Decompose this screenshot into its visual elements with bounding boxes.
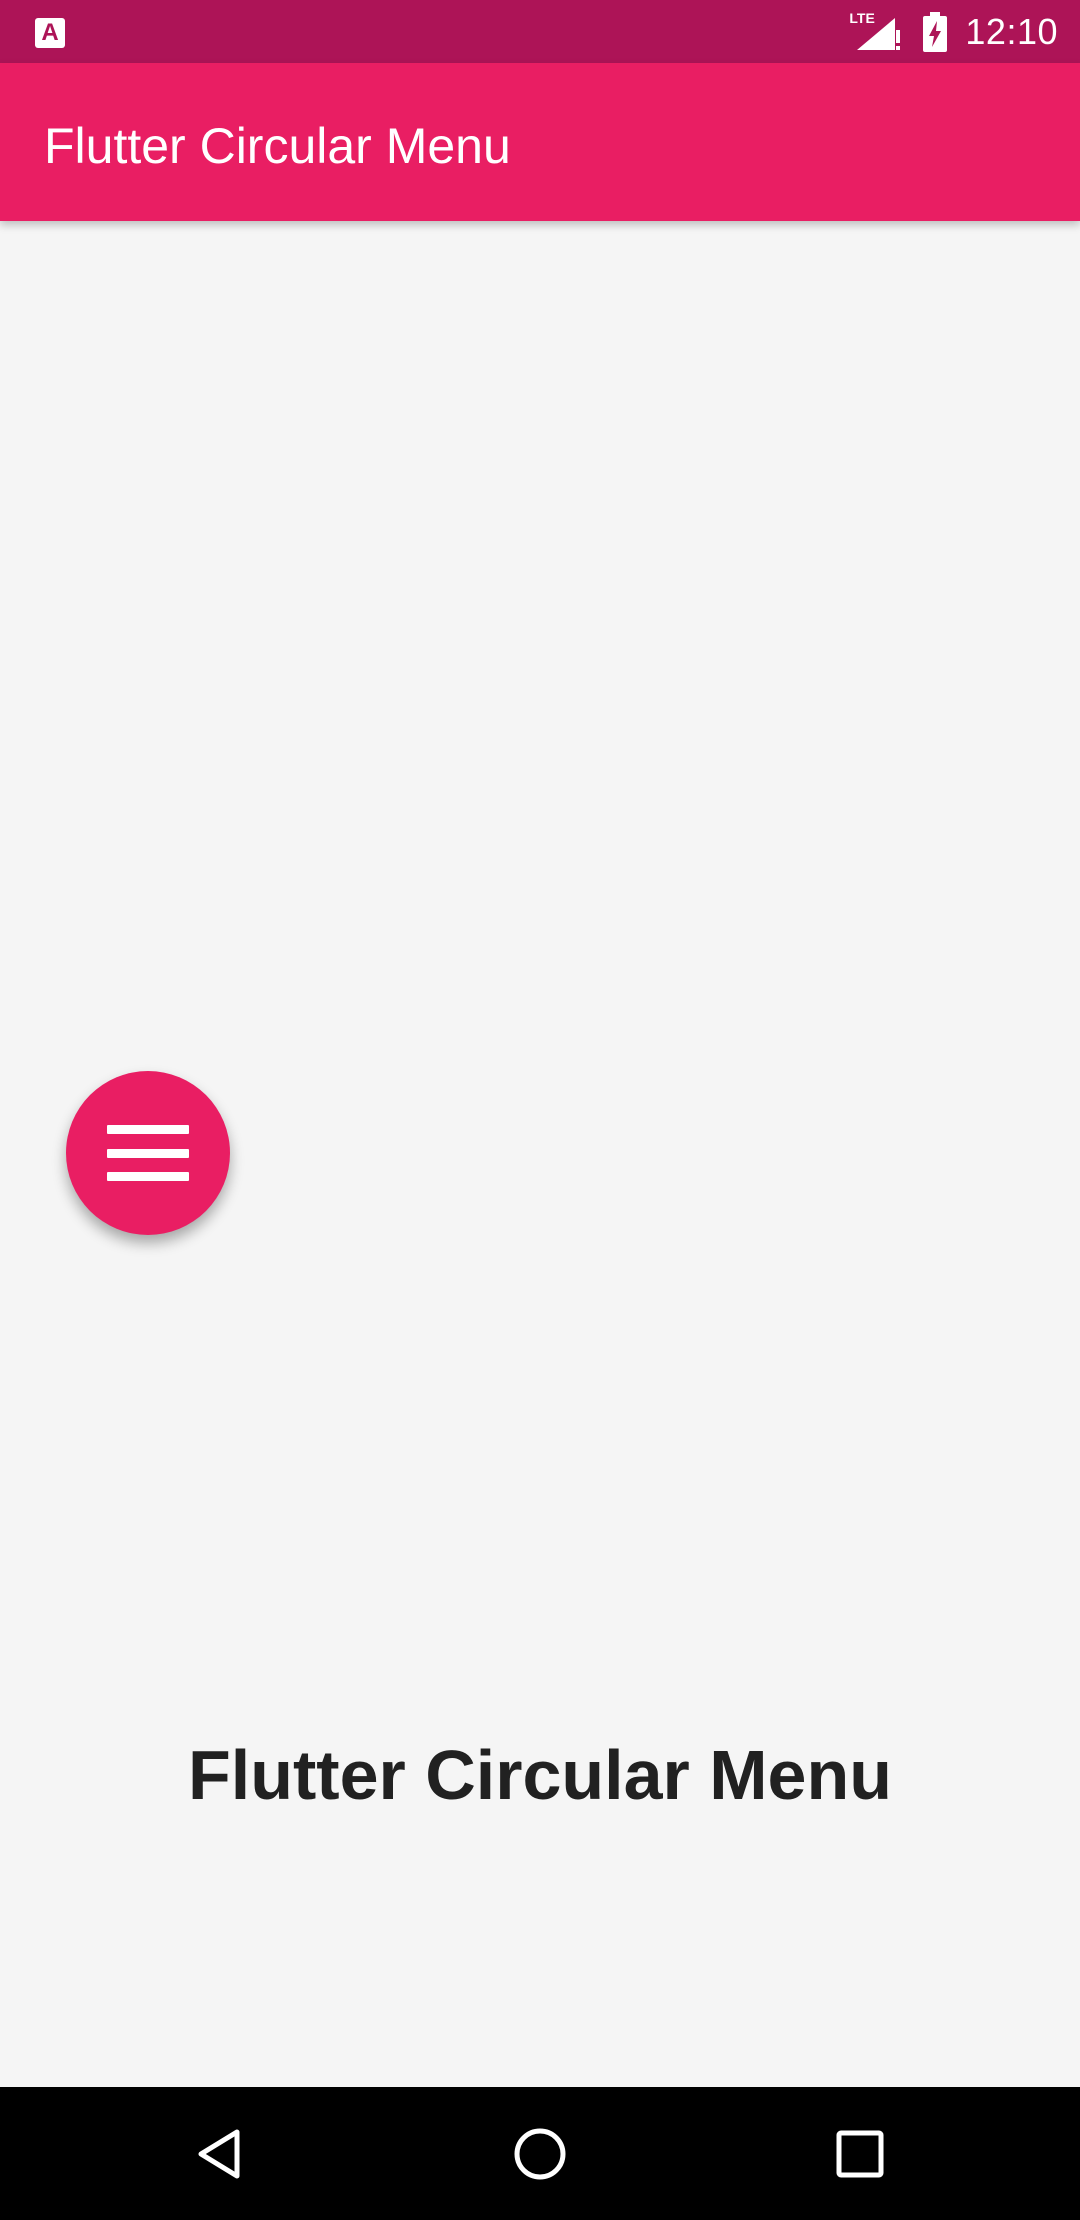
system-nav-bar [0, 2087, 1080, 2220]
status-bar: A LTE 12:10 [0, 0, 1080, 63]
signal-icon: LTE [849, 10, 905, 54]
app-bar-title: Flutter Circular Menu [44, 118, 511, 174]
status-time: 12:10 [965, 10, 1058, 52]
menu-icon [107, 1125, 189, 1181]
status-indicators: LTE 12:10 [849, 0, 1058, 63]
app-bar: Flutter Circular Menu [0, 63, 1080, 221]
nav-home-button[interactable] [500, 2114, 580, 2194]
home-icon [514, 2128, 566, 2180]
recent-apps-icon [836, 2130, 884, 2178]
app-notification-icon: A [35, 18, 65, 48]
page-center-title: Flutter Circular Menu [188, 1736, 892, 1814]
battery-charging-icon [923, 11, 948, 52]
nav-back-button[interactable] [181, 2114, 261, 2194]
circular-menu-button[interactable] [66, 1071, 230, 1235]
back-icon [198, 2129, 240, 2179]
nav-recent-apps-button[interactable] [820, 2114, 900, 2194]
